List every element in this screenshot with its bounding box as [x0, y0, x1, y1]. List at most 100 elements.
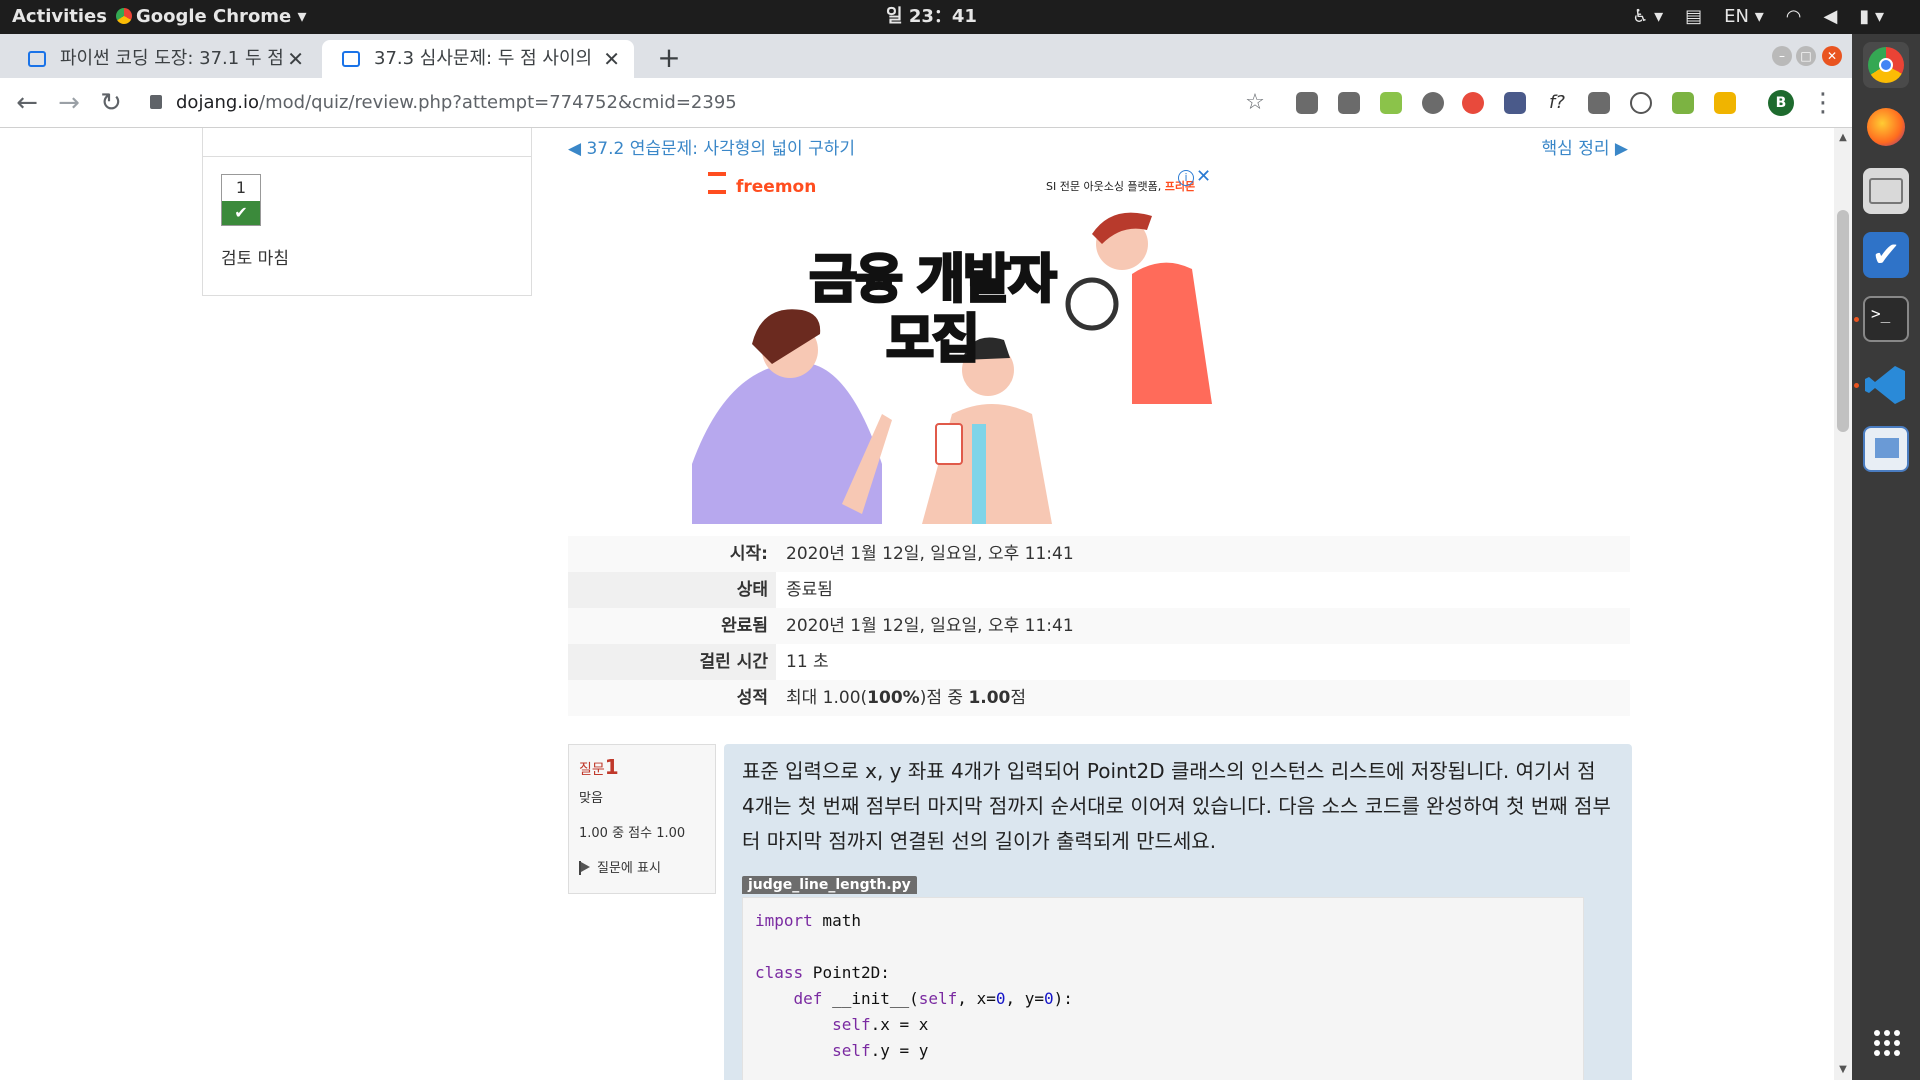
next-activity-link[interactable]: 핵심 정리 ▶ [1542, 134, 1628, 159]
summary-value: 최대 1.00(100%)점 중 1.00점 [786, 680, 1026, 716]
app-name: Google Chrome [136, 6, 292, 27]
grade-prefix: 최대 1.00( [786, 688, 868, 708]
summary-row-completed: 완료됨 2020년 1월 12일, 일요일, 오후 11:41 [568, 608, 1630, 644]
volume-icon[interactable]: ◀ [1823, 0, 1837, 34]
source-code: import math class Point2D: def __init__(… [755, 911, 1073, 1060]
close-window-button[interactable]: ✕ [1822, 46, 1842, 66]
extension-code-icon[interactable] [1338, 92, 1360, 114]
close-tab-icon[interactable]: ✕ [603, 40, 620, 78]
question-info-panel: 질문1 맞음 1.00 중 점수 1.00 질문에 표시 [568, 744, 716, 894]
ad-headline-line2: 모집 [885, 309, 982, 372]
tab-python-dojang-37-1[interactable]: 파이썬 코딩 도장: 37.1 두 점 ✕ [8, 40, 318, 78]
reload-button[interactable]: ↻ [94, 86, 128, 120]
browser-toolbar: ← → ↻ dojang.io/mod/quiz/review.php?atte… [0, 78, 1852, 128]
extension-braces-icon[interactable] [1630, 92, 1652, 114]
close-tab-icon[interactable]: ✕ [287, 40, 304, 78]
extension-swirl-icon[interactable] [1462, 92, 1484, 114]
forward-button[interactable]: → [52, 86, 86, 120]
finish-review-link[interactable]: 검토 마침 [221, 244, 289, 269]
question-number-heading: 질문1 [579, 755, 705, 779]
language-label: EN [1724, 6, 1749, 27]
maximize-window-button[interactable]: □ [1796, 46, 1816, 66]
extension-device-icon[interactable] [1588, 92, 1610, 114]
extension-eyedropper-icon[interactable] [1504, 92, 1526, 114]
dock-firefox[interactable] [1863, 104, 1909, 150]
extension-eye-icon[interactable] [1422, 92, 1444, 114]
new-tab-button[interactable]: + [650, 40, 688, 78]
summary-row-state: 상태 종료됨 [568, 572, 1630, 608]
battery-icon[interactable]: ▮ ▾ [1859, 0, 1884, 34]
wifi-icon[interactable]: ◠ [1786, 0, 1802, 34]
address-bar[interactable]: dojang.io/mod/quiz/review.php?attempt=77… [150, 86, 1240, 120]
lock-icon[interactable] [150, 95, 162, 109]
summary-label: 상태 [736, 580, 768, 600]
keyboard-language[interactable]: EN ▾ [1724, 0, 1764, 34]
summary-row-started: 시작: 2020년 1월 12일, 일요일, 오후 11:41 [568, 536, 1630, 572]
running-indicator [1854, 317, 1859, 322]
page-content: 1 ✔ 검토 마침 ◀ 37.2 연습문제: 사각형의 넓이 구하기 핵심 정리… [0, 128, 1834, 1080]
summary-value: 2020년 1월 12일, 일요일, 오후 11:41 [786, 544, 1074, 564]
summary-value: 종료됨 [786, 580, 833, 600]
picture-icon [1875, 438, 1899, 458]
summary-label: 시작: [729, 544, 768, 564]
summary-value: 11 초 [786, 652, 829, 672]
clock[interactable]: 일 23：41 [886, 0, 977, 34]
firefox-icon [1867, 108, 1905, 146]
minimize-window-button[interactable]: – [1772, 46, 1792, 66]
advertisement-banner[interactable]: freemon SI 전문 아웃소싱 플랫폼, 프리몬 i ✕ 금융 개발자 모… [692, 164, 1218, 524]
quiz-navigation-panel: 1 ✔ 검토 마침 [202, 128, 532, 296]
question-grade: 1.00 중 점수 1.00 [579, 826, 686, 841]
extension-folder-icon[interactable] [1714, 92, 1736, 114]
system-tray[interactable]: ♿ ▾ ▤ EN ▾ ◠ ◀ ▮ ▾ [1632, 0, 1884, 34]
dock-vscode[interactable] [1863, 362, 1909, 408]
tab-title: 37.3 심사문제: 두 점 사이의 [374, 48, 593, 69]
source-code-block: import math class Point2D: def __init__(… [742, 897, 1584, 1080]
accessibility-icon[interactable]: ♿ ▾ [1632, 0, 1663, 34]
app-menu[interactable]: Google Chrome ▾ [116, 0, 307, 34]
question-text: 표준 입력으로 x, y 좌표 4개가 입력되어 Point2D 클래스의 인스… [742, 759, 1611, 853]
quiz-nav-question-button[interactable]: 1 ✔ [221, 174, 261, 226]
check-icon: ✔ [222, 201, 260, 225]
flag-icon [579, 861, 591, 875]
previous-activity-link[interactable]: ◀ 37.2 연습문제: 사각형의 넓이 구하기 [568, 134, 855, 159]
menu-icon[interactable]: ▤ [1685, 0, 1702, 34]
scroll-up-arrow-icon[interactable]: ▲ [1834, 132, 1852, 146]
code-filename-label: judge_line_length.py [742, 876, 917, 894]
grade-percent: 100% [867, 688, 920, 708]
page-scrollbar[interactable]: ▲ ▼ [1834, 128, 1852, 1080]
ad-headline: 금융 개발자 모집 [802, 249, 1062, 372]
question-content: 표준 입력으로 x, y 좌표 4개가 입력되어 Point2D 클래스의 인스… [724, 744, 1632, 1080]
ubuntu-dock: ✔ >_ [1852, 34, 1920, 1080]
grade-middle: )점 중 [919, 688, 969, 708]
tab-title: 파이썬 코딩 도장: 37.1 두 점 [60, 48, 284, 69]
system-top-bar: Activities Google Chrome ▾ 일 23：41 ♿ ▾ ▤… [0, 0, 1920, 34]
grade-score: 1.00 [968, 688, 1011, 708]
question-label: 질문 [579, 762, 605, 778]
profile-avatar[interactable]: B [1768, 90, 1794, 116]
summary-label: 완료됨 [721, 616, 768, 636]
flag-question-button[interactable]: 질문에 표시 [579, 857, 705, 876]
bookmark-star-icon[interactable]: ☆ [1238, 86, 1272, 120]
scrollbar-thumb[interactable] [1837, 210, 1849, 432]
chrome-menu-icon[interactable]: ⋮ [1806, 86, 1840, 120]
tab-37-3-review[interactable]: 37.3 심사문제: 두 점 사이의 ✕ [322, 40, 634, 78]
question-number: 1 [235, 178, 247, 197]
back-button[interactable]: ← [10, 86, 44, 120]
scroll-down-arrow-icon[interactable]: ▼ [1834, 1064, 1852, 1078]
dock-chrome[interactable] [1863, 42, 1909, 88]
file-cabinet-icon [1869, 178, 1903, 204]
show-applications-button[interactable] [1874, 1030, 1900, 1056]
dock-tasks[interactable]: ✔ [1863, 232, 1909, 278]
activities-button[interactable]: Activities [12, 0, 107, 34]
question-state: 맞음 [579, 791, 603, 806]
dock-files[interactable] [1863, 168, 1909, 214]
extension-ladder-icon[interactable] [1380, 92, 1402, 114]
extension-formula-icon[interactable]: f? [1546, 92, 1568, 114]
tab-strip: 파이썬 코딩 도장: 37.1 두 점 ✕ 37.3 심사문제: 두 점 사이의… [0, 34, 1852, 78]
extension-pen-icon[interactable] [1672, 92, 1694, 114]
summary-label: 걸린 시간 [699, 652, 768, 672]
dock-terminal[interactable]: >_ [1863, 296, 1909, 342]
extension-gear-icon[interactable] [1296, 92, 1318, 114]
dojang-favicon-icon [342, 51, 360, 67]
dock-image-viewer[interactable] [1863, 426, 1909, 472]
